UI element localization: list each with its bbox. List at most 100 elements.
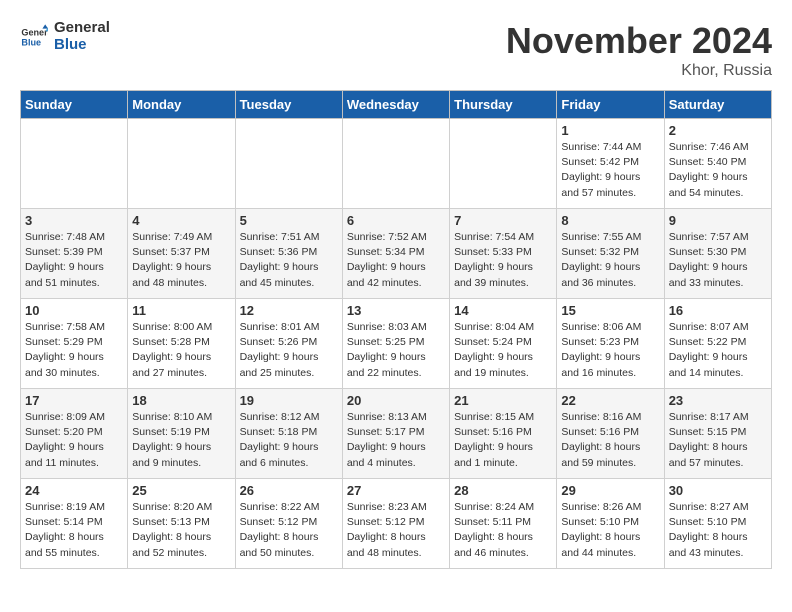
calendar-cell: 25 Sunrise: 8:20 AMSunset: 5:13 PMDayligh…: [128, 479, 235, 569]
day-number: 25: [132, 483, 230, 498]
calendar-cell: 21Sunrise: 8:15 AMSunset: 5:16 PMDayligh…: [450, 389, 557, 479]
day-number: 3: [25, 213, 123, 228]
day-info: Sunrise: 7:54 AMSunset: 5:33 PMDaylight:…: [454, 230, 552, 291]
day-number: 7: [454, 213, 552, 228]
calendar-cell: 27 Sunrise: 8:23 AMSunset: 5:12 PMDayligh…: [342, 479, 449, 569]
day-number: 19: [240, 393, 338, 408]
day-info: Sunrise: 7:58 AMSunset: 5:29 PMDaylight:…: [25, 320, 123, 381]
calendar-cell: 19 Sunrise: 8:12 AMSunset: 5:18 PMDayligh…: [235, 389, 342, 479]
calendar-cell: [450, 119, 557, 209]
day-info: Sunrise: 7:48 AMSunset: 5:39 PMDaylight:…: [25, 230, 123, 291]
calendar-cell: 20 Sunrise: 8:13 AMSunset: 5:17 PMDayligh…: [342, 389, 449, 479]
day-info: Sunrise: 8:12 AMSunset: 5:18 PMDaylight:…: [240, 410, 338, 471]
day-info: Sunrise: 8:07 AMSunset: 5:22 PMDaylight:…: [669, 320, 767, 381]
week-row-4: 17 Sunrise: 8:09 AMSunset: 5:20 PMDayligh…: [21, 389, 772, 479]
week-row-1: 1Sunrise: 7:44 AMSunset: 5:42 PMDaylight…: [21, 119, 772, 209]
calendar-cell: 11 Sunrise: 8:00 AMSunset: 5:28 PMDayligh…: [128, 299, 235, 389]
svg-text:General: General: [21, 27, 48, 37]
day-info: Sunrise: 7:51 AMSunset: 5:36 PMDaylight:…: [240, 230, 338, 291]
logo: General Blue General Blue: [20, 20, 110, 53]
logo-text-blue: Blue: [54, 37, 110, 54]
day-number: 4: [132, 213, 230, 228]
day-info: Sunrise: 8:06 AMSunset: 5:23 PMDaylight:…: [561, 320, 659, 381]
day-number: 1: [561, 123, 659, 138]
svg-text:Blue: Blue: [21, 37, 41, 47]
day-info: Sunrise: 8:22 AMSunset: 5:12 PMDaylight:…: [240, 500, 338, 561]
day-number: 17: [25, 393, 123, 408]
calendar-cell: 14 Sunrise: 8:04 AMSunset: 5:24 PMDayligh…: [450, 299, 557, 389]
day-number: 6: [347, 213, 445, 228]
day-number: 15: [561, 303, 659, 318]
day-number: 9: [669, 213, 767, 228]
calendar-cell: 13Sunrise: 8:03 AMSunset: 5:25 PMDayligh…: [342, 299, 449, 389]
day-info: Sunrise: 8:09 AMSunset: 5:20 PMDaylight:…: [25, 410, 123, 471]
week-row-2: 3 Sunrise: 7:48 AMSunset: 5:39 PMDaylight…: [21, 209, 772, 299]
calendar-cell: 24 Sunrise: 8:19 AMSunset: 5:14 PMDayligh…: [21, 479, 128, 569]
calendar-cell: 9 Sunrise: 7:57 AMSunset: 5:30 PMDaylight…: [664, 209, 771, 299]
day-number: 28: [454, 483, 552, 498]
calendar-cell: 6Sunrise: 7:52 AMSunset: 5:34 PMDaylight…: [342, 209, 449, 299]
calendar-cell: 30 Sunrise: 8:27 AMSunset: 5:10 PMDayligh…: [664, 479, 771, 569]
weekday-header-row: SundayMondayTuesdayWednesdayThursdayFrid…: [21, 91, 772, 119]
day-number: 5: [240, 213, 338, 228]
calendar-cell: 5 Sunrise: 7:51 AMSunset: 5:36 PMDaylight…: [235, 209, 342, 299]
calendar-cell: 10 Sunrise: 7:58 AMSunset: 5:29 PMDayligh…: [21, 299, 128, 389]
day-info: Sunrise: 8:17 AMSunset: 5:15 PMDaylight:…: [669, 410, 767, 471]
calendar-cell: [235, 119, 342, 209]
logo-icon: General Blue: [20, 23, 48, 51]
calendar-cell: [128, 119, 235, 209]
calendar-cell: 12Sunrise: 8:01 AMSunset: 5:26 PMDayligh…: [235, 299, 342, 389]
day-info: Sunrise: 8:13 AMSunset: 5:17 PMDaylight:…: [347, 410, 445, 471]
calendar-cell: 1Sunrise: 7:44 AMSunset: 5:42 PMDaylight…: [557, 119, 664, 209]
weekday-header-wednesday: Wednesday: [342, 91, 449, 119]
day-number: 14: [454, 303, 552, 318]
day-info: Sunrise: 7:55 AMSunset: 5:32 PMDaylight:…: [561, 230, 659, 291]
day-info: Sunrise: 8:23 AMSunset: 5:12 PMDaylight:…: [347, 500, 445, 561]
day-info: Sunrise: 8:04 AMSunset: 5:24 PMDaylight:…: [454, 320, 552, 381]
day-number: 11: [132, 303, 230, 318]
day-number: 30: [669, 483, 767, 498]
week-row-3: 10 Sunrise: 7:58 AMSunset: 5:29 PMDayligh…: [21, 299, 772, 389]
day-info: Sunrise: 8:00 AMSunset: 5:28 PMDaylight:…: [132, 320, 230, 381]
weekday-header-monday: Monday: [128, 91, 235, 119]
day-number: 12: [240, 303, 338, 318]
day-info: Sunrise: 7:46 AMSunset: 5:40 PMDaylight:…: [669, 140, 767, 201]
day-info: Sunrise: 8:27 AMSunset: 5:10 PMDaylight:…: [669, 500, 767, 561]
calendar-cell: 4Sunrise: 7:49 AMSunset: 5:37 PMDaylight…: [128, 209, 235, 299]
day-number: 16: [669, 303, 767, 318]
week-row-5: 24 Sunrise: 8:19 AMSunset: 5:14 PMDayligh…: [21, 479, 772, 569]
calendar-cell: 2Sunrise: 7:46 AMSunset: 5:40 PMDaylight…: [664, 119, 771, 209]
month-title: November 2024: [506, 20, 772, 62]
weekday-header-tuesday: Tuesday: [235, 91, 342, 119]
day-number: 29: [561, 483, 659, 498]
day-info: Sunrise: 8:19 AMSunset: 5:14 PMDaylight:…: [25, 500, 123, 561]
day-info: Sunrise: 8:20 AMSunset: 5:13 PMDaylight:…: [132, 500, 230, 561]
calendar-cell: 22Sunrise: 8:16 AMSunset: 5:16 PMDayligh…: [557, 389, 664, 479]
day-info: Sunrise: 8:10 AMSunset: 5:19 PMDaylight:…: [132, 410, 230, 471]
location: Khor, Russia: [506, 62, 772, 80]
calendar-cell: 8 Sunrise: 7:55 AMSunset: 5:32 PMDaylight…: [557, 209, 664, 299]
day-number: 27: [347, 483, 445, 498]
calendar-cell: 23Sunrise: 8:17 AMSunset: 5:15 PMDayligh…: [664, 389, 771, 479]
calendar-cell: 29 Sunrise: 8:26 AMSunset: 5:10 PMDayligh…: [557, 479, 664, 569]
calendar-cell: [342, 119, 449, 209]
logo-text-general: General: [54, 20, 110, 37]
day-number: 24: [25, 483, 123, 498]
weekday-header-sunday: Sunday: [21, 91, 128, 119]
day-number: 20: [347, 393, 445, 408]
day-number: 26: [240, 483, 338, 498]
weekday-header-thursday: Thursday: [450, 91, 557, 119]
day-number: 13: [347, 303, 445, 318]
title-block: November 2024 Khor, Russia: [506, 20, 772, 80]
day-number: 10: [25, 303, 123, 318]
weekday-header-friday: Friday: [557, 91, 664, 119]
day-info: Sunrise: 7:57 AMSunset: 5:30 PMDaylight:…: [669, 230, 767, 291]
page-header: General Blue General Blue November 2024 …: [20, 20, 772, 80]
calendar: SundayMondayTuesdayWednesdayThursdayFrid…: [20, 90, 772, 569]
day-info: Sunrise: 8:15 AMSunset: 5:16 PMDaylight:…: [454, 410, 552, 471]
day-number: 8: [561, 213, 659, 228]
calendar-cell: [21, 119, 128, 209]
day-info: Sunrise: 8:26 AMSunset: 5:10 PMDaylight:…: [561, 500, 659, 561]
calendar-cell: 18Sunrise: 8:10 AMSunset: 5:19 PMDayligh…: [128, 389, 235, 479]
calendar-cell: 7 Sunrise: 7:54 AMSunset: 5:33 PMDaylight…: [450, 209, 557, 299]
